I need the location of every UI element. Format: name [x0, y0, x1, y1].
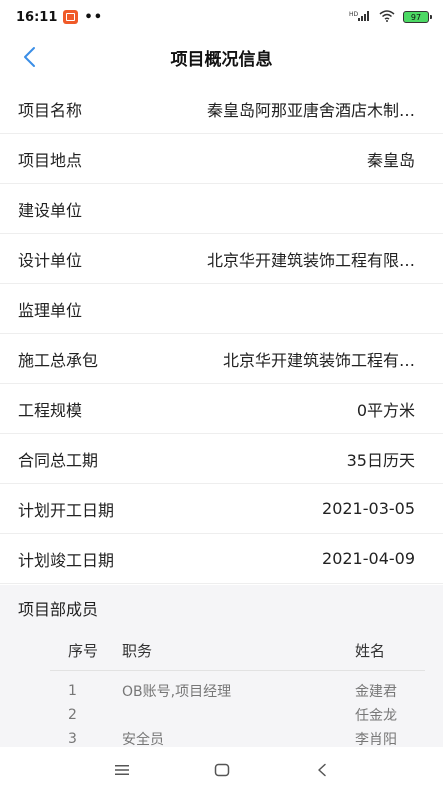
members-table: 序号 职务 姓名 1 OB账号,项目经理 金建君 2 任金龙 3 安全员 李肖阳: [0, 631, 443, 747]
field-value: 2021-03-05: [322, 499, 415, 518]
member-name: 任金龙: [355, 708, 397, 724]
back-triangle-icon[interactable]: [311, 759, 333, 781]
status-right: HD 97: [349, 9, 432, 25]
field-row-contract-duration: 合同总工期 35日历天: [0, 434, 443, 484]
member-no: 3: [68, 731, 77, 747]
field-row-project-location: 项目地点 秦皇岛: [0, 134, 443, 184]
field-value: 秦皇岛阿那亚唐舍酒店木制…: [206, 100, 415, 120]
status-left: 16:11 ••: [16, 10, 103, 25]
back-button[interactable]: [14, 42, 44, 72]
field-row-general-contractor: 施工总承包 北京华开建筑装饰工程有…: [0, 334, 443, 384]
field-row-supervision-unit: 监理单位: [0, 284, 443, 334]
field-value: 2021-04-09: [322, 549, 415, 568]
members-table-inner: 序号 职务 姓名 1 OB账号,项目经理 金建君 2 任金龙 3 安全员 李肖阳: [50, 631, 425, 747]
field-row-planned-start-date: 计划开工日期 2021-03-05: [0, 484, 443, 534]
field-label: 项目地点: [18, 150, 83, 170]
member-no: 1: [68, 683, 77, 699]
table-row: 3 安全员 李肖阳: [50, 727, 425, 747]
member-no: 2: [68, 707, 77, 723]
signal-icon: HD: [349, 10, 371, 25]
field-label: 工程规模: [18, 400, 83, 420]
status-dots: ••: [84, 9, 104, 25]
nav-bar: 项目概况信息: [0, 34, 443, 80]
field-row-planned-end-date: 计划竣工日期 2021-04-09: [0, 534, 443, 584]
field-value: 0平方米: [356, 400, 415, 420]
members-table-body: 1 OB账号,项目经理 金建君 2 任金龙 3 安全员 李肖阳: [50, 671, 425, 747]
signal-hd-text: HD: [349, 11, 359, 18]
page-title: 项目概况信息: [170, 49, 273, 70]
field-row-project-scale: 工程规模 0平方米: [0, 384, 443, 434]
status-bar: 16:11 •• HD 97: [0, 0, 443, 34]
member-name: 金建君: [355, 684, 397, 700]
menu-icon[interactable]: [111, 759, 133, 781]
field-label: 施工总承包: [18, 350, 99, 370]
column-header-role: 职务: [122, 642, 153, 660]
field-label: 监理单位: [18, 300, 83, 320]
field-label: 建设单位: [18, 200, 83, 220]
field-row-project-name: 项目名称 秦皇岛阿那亚唐舍酒店木制…: [0, 84, 443, 134]
field-label: 计划竣工日期: [18, 550, 115, 570]
chevron-left-icon: [24, 47, 35, 67]
field-value: 北京华开建筑装饰工程有…: [222, 350, 415, 370]
member-role: OB账号,项目经理: [122, 684, 232, 700]
members-section-title: 项目部成员: [0, 585, 443, 631]
table-row: 1 OB账号,项目经理 金建君: [50, 679, 425, 703]
field-label: 合同总工期: [18, 450, 99, 470]
column-header-no: 序号: [68, 642, 99, 660]
field-label: 计划开工日期: [18, 500, 115, 520]
member-name: 李肖阳: [355, 732, 397, 747]
table-row: 2 任金龙: [50, 703, 425, 727]
field-value: 北京华开建筑装饰工程有限…: [206, 250, 415, 270]
field-value: 秦皇岛: [366, 150, 415, 170]
status-time: 16:11: [16, 9, 58, 25]
battery-icon: 97: [403, 11, 432, 23]
members-table-header: 序号 职务 姓名: [50, 631, 425, 671]
member-role: 安全员: [122, 732, 164, 747]
field-row-construction-unit: 建设单位: [0, 184, 443, 234]
wifi-icon: [379, 9, 395, 25]
field-label: 设计单位: [18, 250, 83, 270]
home-square-icon[interactable]: [211, 759, 233, 781]
system-nav-bar: [0, 747, 443, 793]
notification-app-icon: [63, 10, 79, 24]
field-label: 项目名称: [18, 100, 83, 120]
field-row-design-unit: 设计单位 北京华开建筑装饰工程有限…: [0, 234, 443, 284]
project-info-list: 项目名称 秦皇岛阿那亚唐舍酒店木制… 项目地点 秦皇岛 建设单位 设计单位 北京…: [0, 84, 443, 584]
field-value: 35日历天: [346, 450, 415, 470]
column-header-name: 姓名: [355, 642, 386, 660]
